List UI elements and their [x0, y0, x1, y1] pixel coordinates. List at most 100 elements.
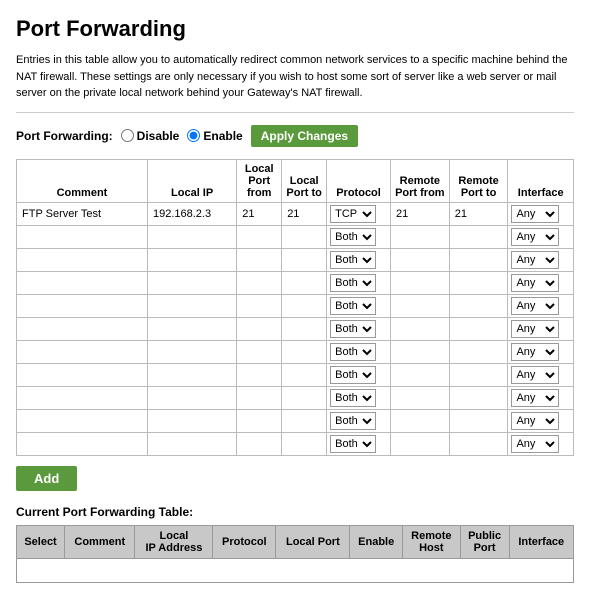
remote-port-from-input[interactable]	[394, 320, 446, 338]
table-row: TCPUDPBoth AnyWANLAN	[17, 202, 574, 225]
port-from-input[interactable]	[240, 366, 278, 384]
disable-radio-label[interactable]: Disable	[121, 129, 180, 143]
protocol-select[interactable]: TCPUDPBoth	[330, 251, 376, 269]
interface-select[interactable]: AnyWANLAN	[511, 412, 559, 430]
remote-port-to-input[interactable]	[453, 320, 505, 338]
remote-port-to-input[interactable]	[453, 251, 505, 269]
local-ip-input[interactable]	[151, 274, 233, 292]
interface-select[interactable]: AnyWANLAN	[511, 320, 559, 338]
protocol-select[interactable]: TCPUDPBoth	[330, 320, 376, 338]
comment-input[interactable]	[20, 251, 144, 269]
protocol-select[interactable]: TCPUDPBoth	[330, 435, 376, 453]
protocol-select[interactable]: TCPUDPBoth	[330, 412, 376, 430]
port-to-input[interactable]	[285, 389, 323, 407]
port-to-input[interactable]	[285, 320, 323, 338]
interface-select[interactable]: AnyWANLAN	[511, 343, 559, 361]
port-to-input[interactable]	[285, 297, 323, 315]
comment-input[interactable]	[20, 366, 144, 384]
port-from-input[interactable]	[240, 274, 278, 292]
remote-port-from-input[interactable]	[394, 228, 446, 246]
remote-port-to-input[interactable]	[453, 389, 505, 407]
interface-select[interactable]: AnyWANLAN	[511, 228, 559, 246]
local-ip-input[interactable]	[151, 320, 233, 338]
remote-port-to-input[interactable]	[453, 297, 505, 315]
cth-interface: Interface	[509, 525, 574, 558]
port-to-input[interactable]	[285, 274, 323, 292]
table-row: TCPUDPBoth AnyWANLAN	[17, 271, 574, 294]
remote-port-to-input[interactable]	[453, 205, 505, 223]
interface-select[interactable]: AnyWANLAN	[511, 274, 559, 292]
protocol-select[interactable]: TCPUDPBoth	[330, 205, 376, 223]
local-ip-input[interactable]	[151, 389, 233, 407]
port-to-input[interactable]	[285, 366, 323, 384]
interface-select[interactable]: AnyWANLAN	[511, 366, 559, 384]
comment-input[interactable]	[20, 435, 144, 453]
port-from-input[interactable]	[240, 435, 278, 453]
port-from-input[interactable]	[240, 320, 278, 338]
remote-port-from-input[interactable]	[394, 389, 446, 407]
port-from-input[interactable]	[240, 228, 278, 246]
remote-port-from-input[interactable]	[394, 205, 446, 223]
protocol-select[interactable]: TCPUDPBoth	[330, 274, 376, 292]
comment-input[interactable]	[20, 274, 144, 292]
interface-select[interactable]: AnyWANLAN	[511, 389, 559, 407]
remote-port-from-input[interactable]	[394, 343, 446, 361]
protocol-select[interactable]: TCPUDPBoth	[330, 366, 376, 384]
remote-port-to-input[interactable]	[453, 228, 505, 246]
current-table-label: Current Port Forwarding Table:	[16, 505, 574, 519]
enable-radio[interactable]	[187, 129, 200, 142]
comment-input[interactable]	[20, 412, 144, 430]
local-ip-input[interactable]	[151, 343, 233, 361]
port-to-input[interactable]	[285, 412, 323, 430]
port-to-input[interactable]	[285, 435, 323, 453]
protocol-select[interactable]: TCPUDPBoth	[330, 228, 376, 246]
port-from-input[interactable]	[240, 251, 278, 269]
add-button[interactable]: Add	[16, 466, 77, 491]
comment-input[interactable]	[20, 343, 144, 361]
remote-port-from-input[interactable]	[394, 435, 446, 453]
remote-port-from-input[interactable]	[394, 274, 446, 292]
port-from-input[interactable]	[240, 389, 278, 407]
th-remote-port-from: RemotePort from	[390, 159, 449, 202]
interface-select[interactable]: AnyWANLAN	[511, 205, 559, 223]
protocol-select[interactable]: TCPUDPBoth	[330, 389, 376, 407]
remote-port-to-input[interactable]	[453, 412, 505, 430]
remote-port-to-input[interactable]	[453, 435, 505, 453]
remote-port-from-input[interactable]	[394, 412, 446, 430]
local-ip-input[interactable]	[151, 251, 233, 269]
comment-input[interactable]	[20, 228, 144, 246]
port-from-input[interactable]	[240, 205, 278, 223]
comment-input[interactable]	[20, 297, 144, 315]
protocol-select[interactable]: TCPUDPBoth	[330, 343, 376, 361]
interface-select[interactable]: AnyWANLAN	[511, 435, 559, 453]
remote-port-from-input[interactable]	[394, 297, 446, 315]
comment-input[interactable]	[20, 320, 144, 338]
protocol-select[interactable]: TCPUDPBoth	[330, 297, 376, 315]
local-ip-input[interactable]	[151, 412, 233, 430]
port-to-input[interactable]	[285, 228, 323, 246]
apply-changes-button[interactable]: Apply Changes	[251, 125, 358, 147]
port-from-input[interactable]	[240, 297, 278, 315]
enable-radio-label[interactable]: Enable	[187, 129, 242, 143]
remote-port-to-input[interactable]	[453, 274, 505, 292]
local-ip-input[interactable]	[151, 205, 233, 223]
port-from-input[interactable]	[240, 343, 278, 361]
port-to-input[interactable]	[285, 251, 323, 269]
local-ip-input[interactable]	[151, 366, 233, 384]
local-ip-input[interactable]	[151, 297, 233, 315]
local-ip-input[interactable]	[151, 435, 233, 453]
disable-radio[interactable]	[121, 129, 134, 142]
port-to-input[interactable]	[285, 343, 323, 361]
interface-select[interactable]: AnyWANLAN	[511, 297, 559, 315]
remote-port-to-input[interactable]	[453, 343, 505, 361]
comment-input[interactable]	[20, 205, 144, 223]
remote-port-to-input[interactable]	[453, 366, 505, 384]
local-ip-input[interactable]	[151, 228, 233, 246]
th-comment: Comment	[17, 159, 148, 202]
comment-input[interactable]	[20, 389, 144, 407]
port-from-input[interactable]	[240, 412, 278, 430]
remote-port-from-input[interactable]	[394, 251, 446, 269]
port-to-input[interactable]	[285, 205, 323, 223]
remote-port-from-input[interactable]	[394, 366, 446, 384]
interface-select[interactable]: AnyWANLAN	[511, 251, 559, 269]
